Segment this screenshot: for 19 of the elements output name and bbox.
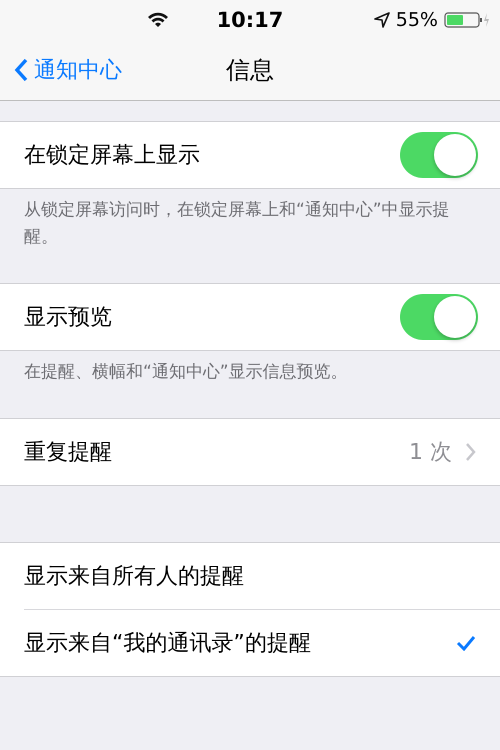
toggle-switch[interactable] (400, 294, 478, 340)
battery-icon (444, 11, 490, 29)
detail-value: 1 次 (409, 439, 452, 467)
location-arrow-icon (374, 12, 390, 28)
settings-row[interactable]: 显示来自“我的通讯录”的提醒 (24, 609, 500, 676)
settings-row[interactable]: 显示来自所有人的提醒 (0, 543, 500, 609)
toggle-switch[interactable] (400, 132, 478, 178)
settings-row[interactable]: 重复提醒 1 次 (0, 419, 500, 485)
settings-row[interactable]: 显示预览 (0, 284, 500, 350)
wifi-icon (146, 11, 170, 29)
page-title: 信息 (225, 55, 275, 86)
chevron-left-icon (14, 58, 28, 82)
footer-note: 从锁定屏幕访问时，在锁定屏幕上和“通知中心”中显示提醒。 (23, 199, 451, 249)
battery-percent: 55% (396, 9, 438, 31)
footer-note: 在提醒、横幅和“通知中心”显示信息预览。 (23, 361, 349, 384)
status-time: 10:17 (216, 8, 284, 32)
chevron-right-icon (466, 443, 476, 461)
back-button[interactable]: 通知中心 (0, 55, 122, 85)
settings-row[interactable]: 在锁定屏幕上显示 (0, 122, 500, 188)
